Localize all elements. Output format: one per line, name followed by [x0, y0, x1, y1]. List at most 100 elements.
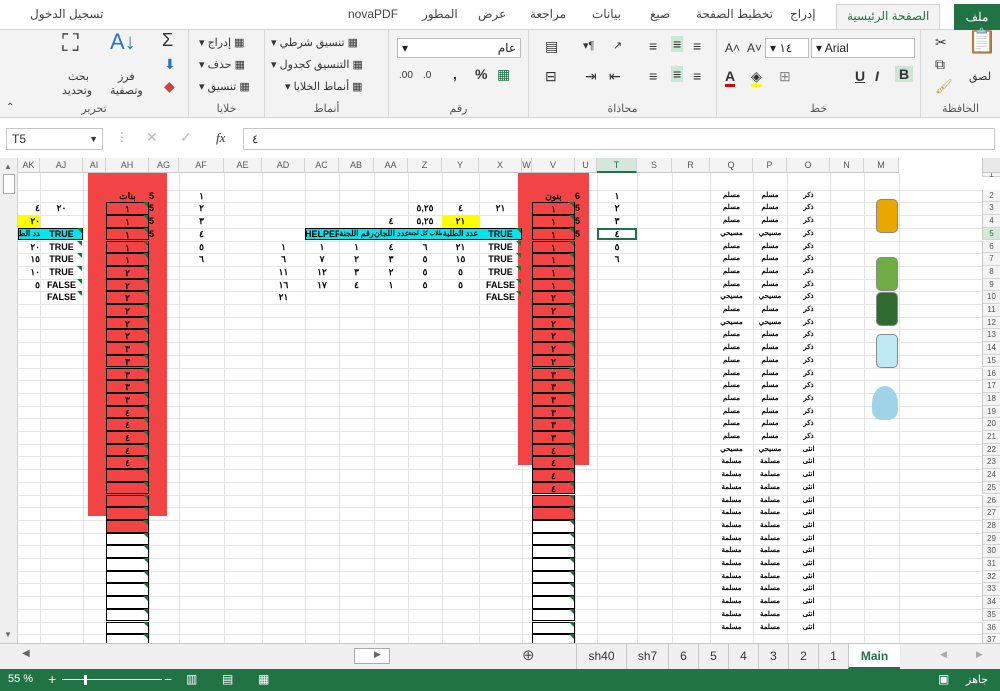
column-header[interactable]: S: [637, 158, 672, 173]
cell-u4[interactable]: 5: [575, 215, 597, 228]
cell-p35[interactable]: مسلمة: [753, 609, 787, 622]
cell-aj3[interactable]: ٢٠: [40, 202, 83, 215]
cell-ab9[interactable]: ٤: [339, 279, 374, 292]
cell-p13[interactable]: مسلم: [753, 329, 787, 342]
cell-p18[interactable]: مسلم: [753, 393, 787, 406]
sign-in-link[interactable]: تسجيل الدخول: [30, 7, 103, 21]
delete-cells-button[interactable]: ▾ حذف ▦: [199, 58, 245, 71]
copy-icon[interactable]: ⧉: [935, 56, 945, 72]
cell-q12[interactable]: مسيحي: [710, 317, 753, 330]
cell-u5[interactable]: 5: [575, 228, 597, 241]
increase-font-icon[interactable]: A˄: [725, 40, 740, 56]
cell-ad8[interactable]: ١١: [262, 266, 305, 279]
collapse-ribbon-icon[interactable]: ⌃: [6, 100, 14, 116]
cell-p34[interactable]: مسلمة: [753, 596, 787, 609]
cell-o16[interactable]: ذكر: [787, 368, 830, 381]
cell-q28[interactable]: مسلمة: [710, 520, 753, 533]
cell-z7[interactable]: ٥: [408, 253, 442, 266]
tab-file[interactable]: ملف: [954, 4, 1000, 30]
cell-ag3[interactable]: 5: [149, 202, 179, 215]
column-header[interactable]: AJ: [40, 158, 83, 173]
percent-button[interactable]: %: [475, 66, 487, 82]
cell-o35[interactable]: انثى: [787, 609, 830, 622]
align-center-icon[interactable]: ≡: [671, 66, 684, 82]
cell-p12[interactable]: مسيحي: [753, 317, 787, 330]
cell-t4[interactable]: ٣: [597, 215, 637, 228]
cell-af7[interactable]: ٦: [179, 253, 224, 266]
column-header[interactable]: M: [864, 158, 899, 173]
cell-af4[interactable]: ٣: [179, 215, 224, 228]
font-color-icon[interactable]: A: [725, 68, 736, 87]
orientation-icon[interactable]: ↗: [613, 38, 622, 54]
cell-ah2[interactable]: بنات: [106, 189, 149, 203]
cell-p25[interactable]: مسلمة: [753, 482, 787, 495]
cell-aa6[interactable]: ٤: [374, 241, 408, 254]
cell-z6[interactable]: ٦: [408, 241, 442, 254]
scroll-down-icon[interactable]: ▼: [4, 630, 12, 639]
merge-center-icon[interactable]: ⊟: [545, 68, 557, 84]
cell-p27[interactable]: مسلمة: [753, 507, 787, 520]
row-header[interactable]: 7: [982, 253, 1000, 266]
cell-ak4[interactable]: ٢٠: [18, 215, 40, 228]
cell-ak8[interactable]: ١٠: [18, 266, 40, 279]
cell-y6[interactable]: ٢١: [442, 241, 479, 254]
column-header[interactable]: AC: [305, 158, 339, 173]
cell-ac6[interactable]: ١: [305, 241, 339, 254]
sheet-tab-sh7[interactable]: sh7: [626, 644, 668, 669]
cell-o20[interactable]: ذكر: [787, 418, 830, 431]
column-header[interactable]: T: [597, 158, 637, 173]
column-header[interactable]: AI: [83, 158, 106, 173]
tab-scroll-left-icon[interactable]: ◀: [940, 649, 947, 660]
format-as-table-button[interactable]: ▾ التنسيق كجدول ▦: [271, 58, 363, 71]
decorative-globe[interactable]: [872, 386, 898, 420]
column-header[interactable]: AE: [224, 158, 262, 173]
chevron-down-icon[interactable]: ▼: [89, 129, 98, 149]
cell-p32[interactable]: مسلمة: [753, 571, 787, 584]
fill-color-icon[interactable]: ◈: [751, 68, 762, 87]
align-left-icon[interactable]: ≡: [649, 68, 657, 84]
cell-ac9[interactable]: ١٧: [305, 279, 339, 292]
cell-y3[interactable]: ٤: [442, 202, 479, 215]
cell-q16[interactable]: مسلم: [710, 368, 753, 381]
number-format-dropdown[interactable]: ▾ عام: [397, 38, 521, 58]
column-header[interactable]: V: [532, 158, 575, 173]
cell-p16[interactable]: مسلم: [753, 368, 787, 381]
tab-developer[interactable]: المطور: [422, 7, 458, 21]
row-header[interactable]: 36: [982, 621, 1000, 635]
cell-p17[interactable]: مسلم: [753, 380, 787, 393]
cell-q24[interactable]: مسلمة: [710, 469, 753, 482]
cell-o5[interactable]: ذكر: [787, 228, 830, 241]
row-header[interactable]: 37: [982, 634, 1000, 643]
cell-ab5[interactable]: رقم اللجنة: [339, 228, 374, 241]
scroll-left-icon[interactable]: ◀: [22, 648, 30, 659]
cell-ab6[interactable]: ١: [339, 241, 374, 254]
tab-view[interactable]: عرض: [478, 7, 506, 21]
column-header[interactable]: X: [479, 158, 522, 173]
cell-q36[interactable]: مسلمة: [710, 622, 753, 635]
cell-q30[interactable]: مسلمة: [710, 545, 753, 558]
cell-p4[interactable]: مسلم: [753, 215, 787, 228]
cell-q32[interactable]: مسلمة: [710, 571, 753, 584]
cell-z5[interactable]: عدد طلاب كل لجنة: [408, 228, 442, 241]
cell-af6[interactable]: ٥: [179, 241, 224, 254]
cell-q22[interactable]: مسيحي: [710, 444, 753, 457]
wrap-text-icon[interactable]: ▤: [545, 38, 558, 54]
comma-style-icon[interactable]: ,: [453, 66, 457, 82]
cell-q29[interactable]: مسلمة: [710, 533, 753, 546]
cell-aa9[interactable]: ١: [374, 279, 408, 292]
sheet-tab-4[interactable]: 4: [728, 644, 758, 669]
cell-q15[interactable]: مسلم: [710, 355, 753, 368]
row-header[interactable]: 9: [982, 278, 1000, 292]
cell-af2[interactable]: ١: [179, 190, 224, 203]
cut-icon[interactable]: ✂: [935, 34, 947, 50]
cell-af5[interactable]: ٤: [179, 228, 224, 241]
row-header[interactable]: 17: [982, 380, 1000, 393]
cell-p21[interactable]: مسلم: [753, 431, 787, 444]
cell-q31[interactable]: مسلمة: [710, 558, 753, 571]
cell-q26[interactable]: مسلمة: [710, 495, 753, 508]
column-header[interactable]: AA: [374, 158, 408, 173]
bold-button[interactable]: B: [895, 66, 914, 82]
cell-q27[interactable]: مسلمة: [710, 507, 753, 520]
cell-ak7[interactable]: ١٥: [18, 253, 40, 266]
find-label[interactable]: بحث: [68, 70, 89, 83]
